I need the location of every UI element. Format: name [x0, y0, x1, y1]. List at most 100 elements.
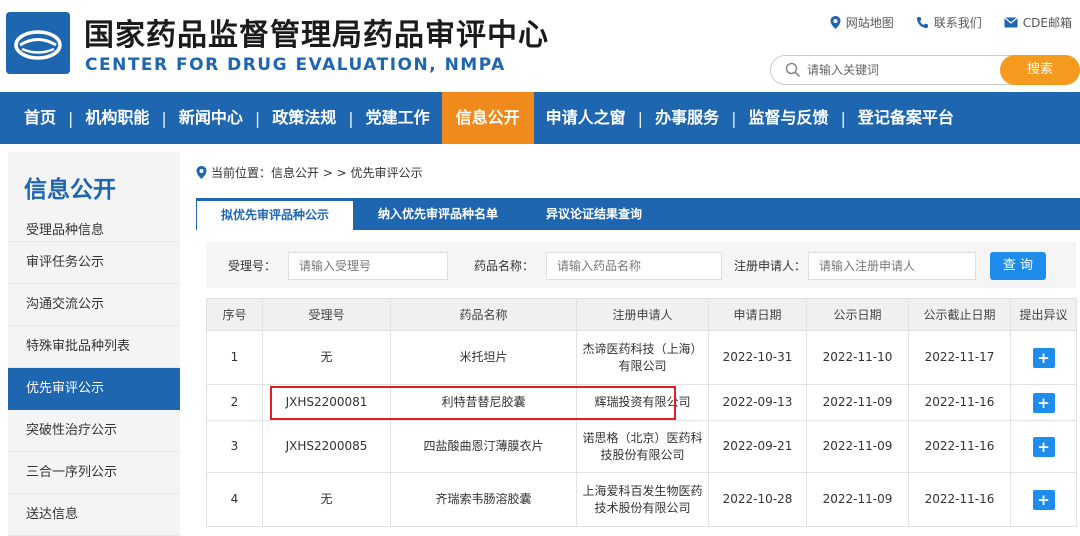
- nav-separator: |: [637, 108, 644, 128]
- col-header-apply-date: 申请日期: [708, 298, 807, 331]
- tab-included-priority-list[interactable]: 纳入优先审评品种名单: [354, 198, 522, 230]
- table-row: 3 JXHS2200085 四盐酸曲恩汀薄膜衣片 诺思格（北京）医药科技股份有限…: [206, 420, 1077, 473]
- nav-separator: |: [348, 108, 354, 128]
- nav-supervision[interactable]: 监督与反馈: [736, 92, 840, 144]
- cell-drug-name: 齐瑞索韦肠溶胶囊: [390, 472, 577, 527]
- tab-objection-results[interactable]: 异议论证结果查询: [522, 198, 666, 230]
- add-objection-button[interactable]: +: [1032, 392, 1055, 413]
- cell-deadline: 2022-11-16: [908, 420, 1011, 473]
- contact-link-label: 联系我们: [933, 16, 982, 30]
- table-row: 4 无 齐瑞索韦肠溶胶囊 上海爱科百发生物医药技术股份有限公司 2022-10-…: [206, 472, 1077, 527]
- sitemap-link[interactable]: 网站地图: [830, 14, 894, 31]
- cell-apply-date: 2022-09-21: [708, 420, 807, 473]
- search-icon: [785, 62, 801, 78]
- location-pin-icon: [196, 166, 207, 179]
- sidebar-item-breakthrough[interactable]: 突破性治疗公示: [8, 410, 180, 452]
- cell-index: 2: [206, 384, 263, 421]
- cell-acceptance-no: JXHS2200085: [262, 420, 391, 473]
- sidebar: 信息公开 受理品种信息 审评任务公示 沟通交流公示 特殊审批品种列表 优先审评公…: [8, 152, 180, 536]
- sidebar-item-special-approval[interactable]: 特殊审批品种列表: [8, 326, 180, 368]
- cell-acceptance-no: JXHS2200081: [262, 384, 391, 421]
- breadcrumb: 当前位置：信息公开 > > 优先审评公示: [196, 164, 423, 181]
- cell-index: 1: [206, 330, 263, 385]
- sidebar-item-three-in-one[interactable]: 三合一序列公示: [8, 452, 180, 494]
- cell-deadline: 2022-11-17: [908, 330, 1011, 385]
- cell-index: 4: [206, 472, 263, 527]
- applicant-label: 注册申请人：: [734, 259, 807, 273]
- nav-separator: |: [254, 108, 261, 128]
- cell-acceptance-no: 无: [262, 330, 391, 385]
- drug-name-input[interactable]: [546, 252, 722, 280]
- cell-objection: +: [1010, 420, 1077, 473]
- table-row: 2 JXHS2200081 利特昔替尼胶囊 辉瑞投资有限公司 2022-09-1…: [206, 384, 1077, 421]
- main-nav: 首页 | 机构职能 | 新闻中心 | 政策法规 | 党建工作 信息公开 申请人之…: [0, 92, 1080, 144]
- col-header-objection: 提出异议: [1010, 298, 1077, 331]
- cell-publish-date: 2022-11-09: [806, 472, 909, 527]
- cell-applicant: 诺思格（北京）医药科技股份有限公司: [576, 420, 709, 473]
- nav-separator: |: [68, 108, 74, 128]
- col-header-applicant: 注册申请人: [576, 298, 709, 331]
- cell-apply-date: 2022-10-31: [708, 330, 807, 385]
- sidebar-item-review-tasks[interactable]: 审评任务公示: [8, 242, 180, 284]
- content-tabs: 拟优先审评品种公示 纳入优先审评品种名单 异议论证结果查询: [196, 198, 1080, 230]
- location-pin-icon: [830, 16, 841, 29]
- site-search-input[interactable]: [807, 60, 987, 80]
- site-title-cn: 国家药品监督管理局药品审评中心: [84, 18, 549, 53]
- sidebar-title: 信息公开: [24, 177, 116, 203]
- cell-applicant: 上海爱科百发生物医药技术股份有限公司: [576, 472, 709, 527]
- col-header-drug-name: 药品名称: [390, 298, 577, 331]
- cell-publish-date: 2022-11-09: [806, 420, 909, 473]
- add-objection-button[interactable]: +: [1032, 347, 1055, 368]
- cell-applicant: 杰谛医药科技（上海）有限公司: [576, 330, 709, 385]
- phone-icon: [916, 17, 928, 29]
- contact-link[interactable]: 联系我们: [916, 14, 982, 31]
- breadcrumb-text: 当前位置：信息公开 > > 优先审评公示: [211, 166, 423, 180]
- add-objection-button[interactable]: +: [1032, 489, 1055, 510]
- query-button[interactable]: 查 询: [990, 252, 1046, 280]
- table-header-row: 序号 受理号 药品名称 注册申请人 申请日期 公示日期 公示截止日期 提出异议: [206, 298, 1077, 331]
- cell-drug-name: 米托坦片: [390, 330, 577, 385]
- applicant-input[interactable]: [808, 252, 976, 280]
- cell-applicant: 辉瑞投资有限公司: [576, 384, 709, 421]
- nav-separator: |: [161, 108, 167, 128]
- cell-deadline: 2022-11-16: [908, 472, 1011, 527]
- sidebar-item-communication[interactable]: 沟通交流公示: [8, 284, 180, 326]
- nav-services[interactable]: 办事服务: [643, 92, 731, 144]
- cell-objection: +: [1010, 330, 1077, 385]
- site-search-button[interactable]: 搜索: [1000, 55, 1080, 85]
- acceptance-no-input[interactable]: [288, 252, 448, 280]
- cell-publish-date: 2022-11-10: [806, 330, 909, 385]
- nav-home[interactable]: 首页: [0, 92, 68, 144]
- sidebar-item-priority-review[interactable]: 优先审评公示: [8, 368, 180, 410]
- drug-name-label: 药品名称：: [474, 259, 535, 273]
- cell-drug-name: 利特昔替尼胶囊: [390, 384, 577, 421]
- nav-applicant[interactable]: 申请人之窗: [534, 92, 638, 144]
- add-objection-button[interactable]: +: [1032, 436, 1055, 457]
- sidebar-item-accepted[interactable]: 受理品种信息: [8, 220, 180, 242]
- cde-mail-link[interactable]: CDE邮箱: [1003, 14, 1072, 31]
- nav-policy[interactable]: 政策法规: [260, 92, 348, 144]
- filter-bar: 受理号： 药品名称： 注册申请人： 查 询: [206, 242, 1076, 288]
- cell-apply-date: 2022-10-28: [708, 472, 807, 527]
- nav-news[interactable]: 新闻中心: [167, 92, 255, 144]
- cell-index: 3: [206, 420, 263, 473]
- nav-separator: |: [840, 108, 846, 128]
- cell-apply-date: 2022-09-13: [708, 384, 807, 421]
- cde-logo[interactable]: [6, 12, 70, 74]
- cell-publish-date: 2022-11-09: [806, 384, 909, 421]
- site-search: 搜索: [770, 55, 1080, 85]
- col-header-publish-date: 公示日期: [806, 298, 909, 331]
- top-links: 网站地图 联系我们 CDE邮箱: [830, 14, 1072, 31]
- col-header-deadline: 公示截止日期: [908, 298, 1011, 331]
- nav-info-disclosure[interactable]: 信息公开: [441, 92, 534, 144]
- site-header: 国家药品监督管理局药品审评中心 CENTER FOR DRUG EVALUATI…: [0, 0, 1080, 92]
- cde-mail-link-label: CDE邮箱: [1022, 16, 1072, 30]
- tab-proposed-priority[interactable]: 拟优先审评品种公示: [196, 200, 355, 230]
- acceptance-no-label: 受理号：: [228, 259, 277, 273]
- sidebar-item-delivery[interactable]: 送达信息: [8, 494, 180, 536]
- nav-functions[interactable]: 机构职能: [73, 92, 161, 144]
- cell-drug-name: 四盐酸曲恩汀薄膜衣片: [390, 420, 577, 473]
- nav-registration[interactable]: 登记备案平台: [846, 92, 966, 144]
- nav-party[interactable]: 党建工作: [354, 92, 442, 144]
- mail-icon: [1003, 17, 1018, 28]
